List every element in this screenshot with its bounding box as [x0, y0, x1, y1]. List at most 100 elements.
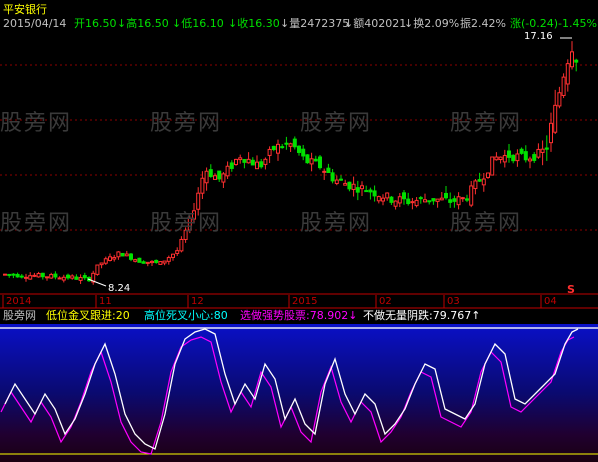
indicator-header: 股旁网 低位金叉跟进:20 高位死叉小心:80 选做强势股票:78.902↓ 不…: [0, 308, 598, 324]
stock-title: 平安银行: [3, 3, 47, 16]
candle-body: [70, 275, 75, 279]
candle-body: [116, 251, 121, 258]
candle-body: [570, 51, 574, 68]
candle-body: [99, 262, 104, 266]
candle-body: [45, 276, 49, 279]
candle-body: [460, 197, 465, 200]
candle-body: [166, 257, 171, 262]
candle-body: [523, 151, 528, 161]
candle-body: [292, 138, 297, 148]
candle-body: [481, 178, 486, 186]
candle-body: [351, 183, 356, 191]
candle-body: [246, 158, 251, 164]
candle-body: [574, 59, 579, 63]
candle-body: [40, 272, 45, 278]
candle-body: [553, 104, 558, 133]
open-label: 开16.50: [74, 17, 117, 30]
candle-body: [402, 192, 406, 200]
candle-body: [3, 273, 7, 276]
indicator-item: 不做无量阴跌:79.767↑: [363, 309, 481, 322]
indicator-panel[interactable]: [0, 324, 598, 462]
candle-body: [263, 158, 268, 165]
candle-body: [297, 145, 301, 153]
candle-body: [360, 185, 364, 190]
candle-body: [154, 259, 159, 263]
candle-body: [112, 257, 117, 260]
candle-body: [498, 156, 503, 160]
watermark: 股旁网: [300, 211, 373, 236]
change-label: 涨(-0.24)-1.45%: [510, 17, 597, 30]
price-chart[interactable]: [0, 0, 598, 296]
candle-body: [225, 165, 230, 177]
candle-body: [565, 63, 570, 85]
candle-body: [213, 175, 217, 180]
date-label: 2015/04/14: [3, 17, 67, 30]
amount-label: ↓额402021: [344, 17, 407, 30]
candle-body: [486, 172, 490, 178]
candle-body: [372, 190, 377, 197]
candle-body: [515, 153, 520, 162]
candle-body: [82, 275, 87, 279]
candle-body: [414, 199, 419, 207]
candle-body: [78, 277, 83, 281]
candle-body: [334, 179, 339, 184]
candle-body: [221, 173, 226, 183]
candle-body: [536, 148, 541, 158]
candle-body: [309, 158, 314, 165]
candle-body: [32, 274, 37, 277]
candle-body: [57, 277, 62, 280]
indicator-name: 股旁网: [3, 309, 36, 322]
candle-body: [129, 253, 133, 260]
candle-body: [557, 92, 562, 107]
candle-body: [477, 179, 482, 182]
candle-body: [435, 198, 440, 202]
candle-body: [179, 238, 184, 252]
turnover-label: ↓换2.09%: [404, 17, 460, 30]
candle-body: [444, 192, 448, 199]
candle-body: [528, 158, 532, 162]
candle-body: [103, 258, 108, 264]
candle-body: [141, 261, 146, 264]
candle-body: [431, 198, 436, 202]
candle-body: [494, 156, 499, 161]
amplitude-label: 振2.42%: [460, 17, 506, 30]
candle-body: [343, 182, 348, 186]
candle-body: [418, 197, 423, 200]
candle-body: [355, 187, 360, 193]
candle-body: [452, 198, 457, 202]
candle-body: [389, 196, 394, 203]
candle-body: [120, 252, 125, 257]
candle-body: [267, 148, 272, 156]
candle-body: [393, 200, 398, 207]
candle-body: [95, 264, 100, 275]
candle-body: [280, 146, 285, 149]
candle-body: [330, 172, 335, 182]
candle-body: [549, 122, 553, 144]
candle-body: [561, 76, 566, 96]
watermark: 股旁网: [0, 211, 73, 236]
candle-body: [364, 190, 369, 193]
candle-body: [313, 158, 318, 162]
candle-body: [385, 192, 390, 199]
candle-body: [469, 185, 474, 206]
min-price-label: 8.24: [108, 283, 131, 294]
volume-label: ↓量2472375: [280, 17, 350, 30]
candle-body: [339, 178, 343, 181]
info-bar: 平安银行 2015/04/14 开16.50 ↓高16.50 ↓低16.10 ↓…: [0, 0, 598, 34]
candle-body: [465, 198, 469, 201]
candle-body: [242, 159, 247, 163]
candle-body: [255, 161, 259, 170]
candle-body: [15, 273, 20, 278]
candle-body: [53, 273, 58, 278]
candle-body: [238, 157, 243, 161]
candle-body: [410, 201, 415, 204]
candle-body: [175, 250, 180, 254]
candle-body: [36, 273, 41, 278]
candle-body: [301, 148, 306, 157]
candle-body: [276, 143, 280, 154]
indicator-item: 高位死叉小心:80: [144, 309, 228, 322]
candle-body: [490, 156, 495, 176]
candle-body: [540, 148, 545, 153]
indicator-item: 低位金叉跟进:20: [46, 309, 130, 322]
indicator-item: 选做强势股票:78.902↓: [240, 309, 358, 322]
